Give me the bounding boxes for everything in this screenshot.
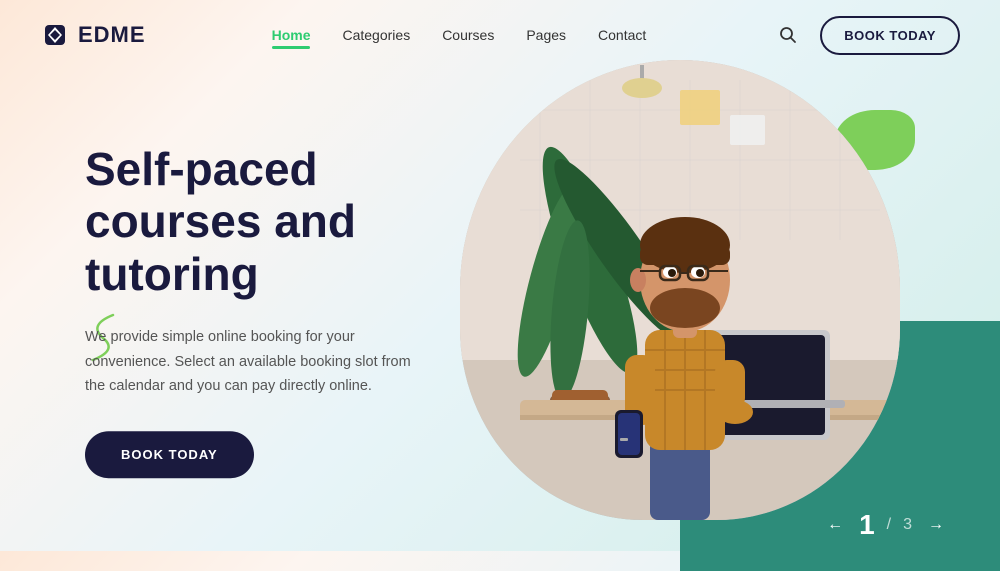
hero-photo: [460, 60, 900, 520]
page-current: 1: [859, 509, 875, 541]
logo-icon: [40, 20, 70, 50]
next-arrow-button[interactable]: →: [922, 511, 950, 539]
hero-title: Self-paced courses and tutoring: [85, 143, 465, 302]
search-icon: [779, 26, 797, 44]
hero-subtitle: We provide simple online booking for you…: [85, 325, 415, 399]
prev-arrow-button[interactable]: ←: [821, 511, 849, 539]
page-total: 3: [903, 516, 912, 534]
nav-item-pages[interactable]: Pages: [526, 27, 566, 43]
nav-right: BOOK TODAY: [772, 16, 960, 55]
hero-left: Self-paced courses and tutoring We provi…: [85, 143, 465, 479]
nav-item-contact[interactable]: Contact: [598, 27, 646, 43]
logo[interactable]: EDME: [40, 20, 146, 50]
pagination: ← 1 / 3 →: [821, 509, 950, 541]
hero-image-area: ← 1 / 3 →: [420, 50, 1000, 571]
page-separator: /: [887, 516, 891, 534]
book-today-nav-button[interactable]: BOOK TODAY: [820, 16, 960, 55]
arrow-right-icon: →: [928, 516, 944, 534]
main-nav: Home Categories Courses Pages Contact: [272, 27, 647, 43]
hero-section: Self-paced courses and tutoring We provi…: [0, 70, 1000, 551]
book-today-hero-button[interactable]: BOOK TODAY: [85, 431, 254, 478]
nav-item-categories[interactable]: Categories: [342, 27, 410, 43]
logo-text: EDME: [78, 22, 146, 48]
header: EDME Home Categories Courses Pages Conta…: [0, 0, 1000, 70]
search-button[interactable]: [772, 19, 804, 51]
nav-item-home[interactable]: Home: [272, 27, 311, 43]
arrow-left-icon: ←: [827, 516, 843, 534]
nav-item-courses[interactable]: Courses: [442, 27, 494, 43]
